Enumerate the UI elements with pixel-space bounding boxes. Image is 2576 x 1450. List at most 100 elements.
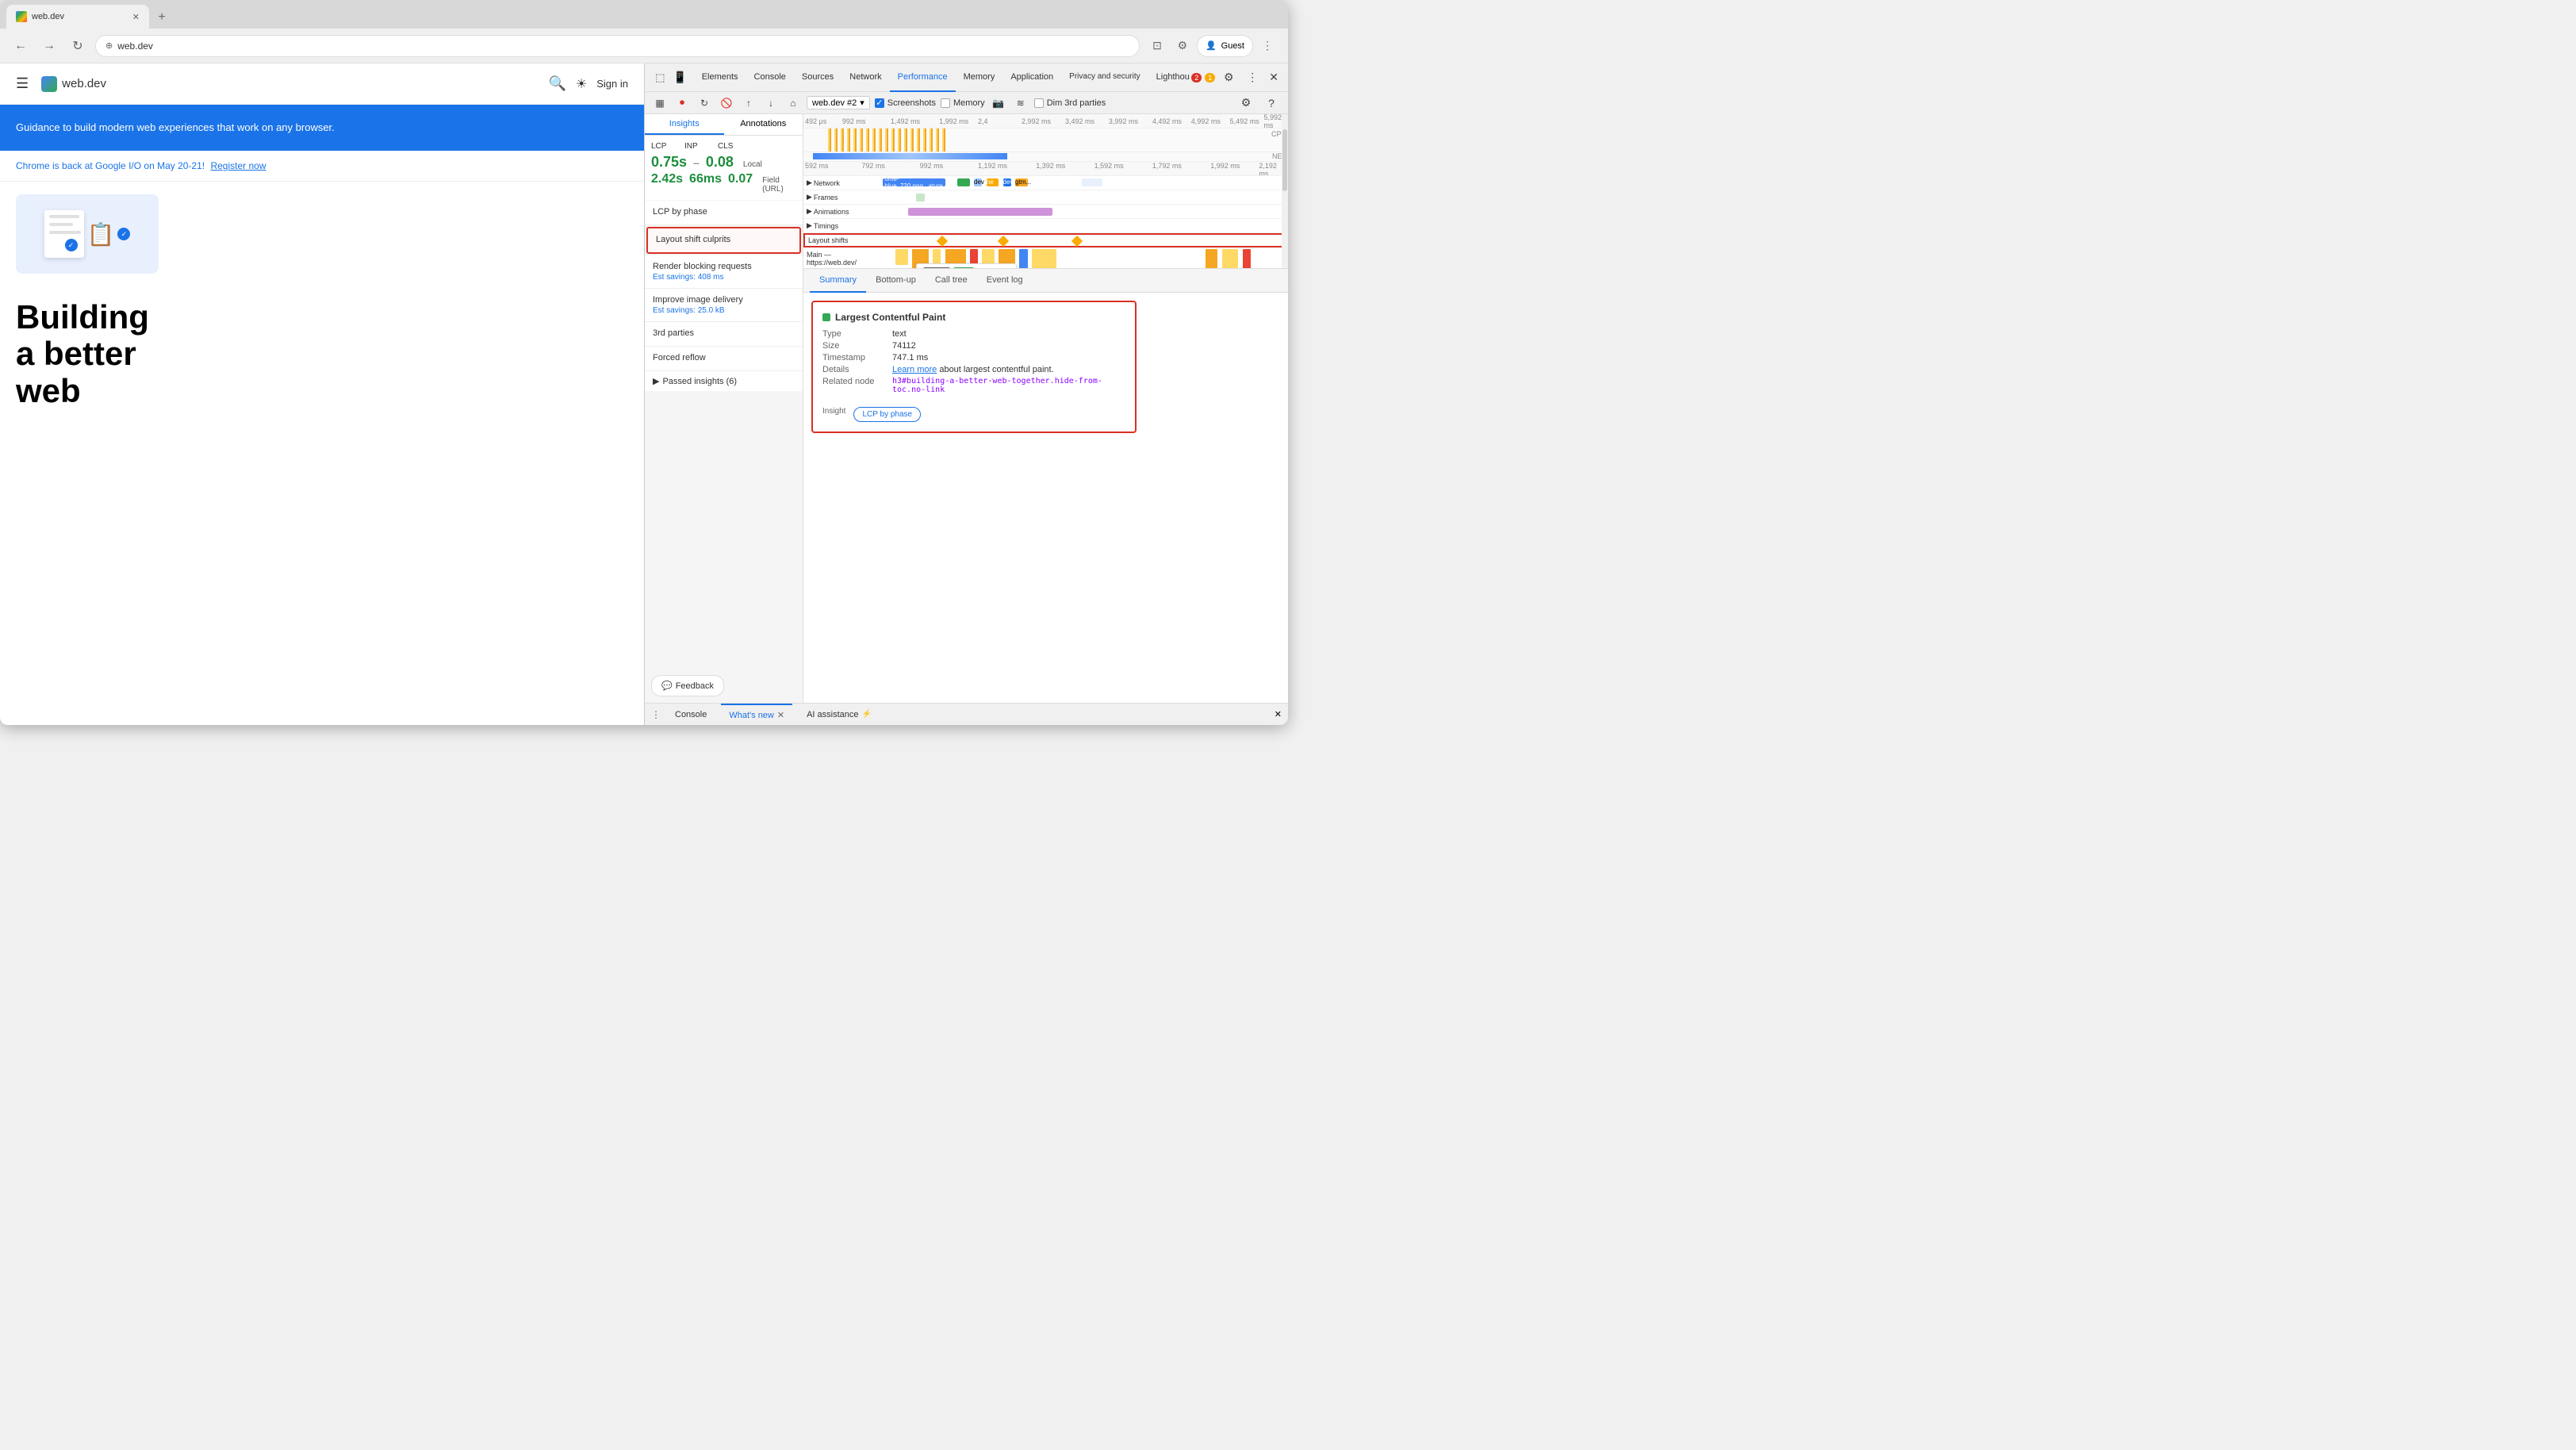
forward-button[interactable]: →	[38, 35, 60, 57]
lcp-marker: LCP	[953, 267, 974, 269]
animations-row-content	[875, 205, 1288, 218]
illus-icon: 📋	[87, 221, 115, 247]
tab-privacy[interactable]: Privacy and security	[1061, 63, 1148, 92]
insight-image-delivery[interactable]: Improve image delivery Est savings: 25.0…	[645, 289, 803, 322]
memory-checkbox[interactable]	[941, 98, 950, 108]
tab-network[interactable]: Network	[841, 63, 889, 92]
tab-application[interactable]: Application	[1002, 63, 1061, 92]
bottom-tab-eventlog[interactable]: Event log	[977, 269, 1033, 293]
browser-tab[interactable]: web.dev ✕	[6, 5, 149, 29]
field-url-label: Field (URL)	[762, 176, 796, 194]
insight-3rd-parties[interactable]: 3rd parties	[645, 322, 803, 347]
task-bar-12	[1243, 249, 1251, 269]
headline-line-3: web	[16, 373, 628, 409]
menu-button[interactable]: ⋮	[1256, 35, 1278, 57]
lcp-insight-label: Insight	[822, 407, 845, 416]
bottom-tab-whatsnew[interactable]: What's new ✕	[721, 704, 792, 726]
insight-image-delivery-title: Improve image delivery	[653, 295, 795, 305]
whatsnew-close[interactable]: ✕	[777, 710, 784, 720]
ruler2-mark-5: 1,592 ms	[1094, 162, 1124, 170]
announcement-link[interactable]: Register now	[210, 160, 266, 171]
animations-row-label: ▶ Animations	[803, 207, 875, 216]
network-bar-5: devs	[1003, 178, 1011, 186]
tab-performance[interactable]: Performance	[890, 63, 956, 92]
animations-row-arrow: ▶	[807, 207, 812, 216]
tab-sources[interactable]: Sources	[794, 63, 841, 92]
bottom-tab-ai[interactable]: AI assistance ⚡	[799, 704, 880, 726]
profile-select[interactable]: web.dev #2 ▾	[807, 96, 870, 109]
timeline-scroll-thumb[interactable]	[1282, 129, 1287, 191]
insight-render-blocking[interactable]: Render blocking requests Est savings: 40…	[645, 255, 803, 289]
perf-settings-btn[interactable]: ⚙	[1236, 93, 1256, 113]
bottom-tab-summary[interactable]: Summary	[810, 269, 866, 293]
insights-tab-annotations[interactable]: Annotations	[724, 114, 803, 135]
network-bar-7	[1082, 178, 1102, 186]
search-icon[interactable]: 🔍	[548, 75, 565, 92]
profile-button[interactable]: 👤 Guest	[1197, 35, 1253, 57]
dim3rd-checkbox[interactable]	[1034, 98, 1044, 108]
insight-layout-shift-culprits[interactable]: Layout shift culprits	[646, 227, 801, 254]
devtools-subtoolbar: ▦ ⏺ ↻ 🚫 ↑ ↓ ⌂ web.dev #2 ▾ ✓ Screenshots	[645, 92, 1288, 114]
layout-shift-marker-3	[1071, 236, 1083, 247]
device-toolbar-tool[interactable]: 📱	[671, 67, 689, 88]
upload-btn[interactable]: ↑	[740, 94, 757, 112]
tab-memory[interactable]: Memory	[956, 63, 1003, 92]
new-tab-button[interactable]: +	[151, 6, 173, 29]
home-btn[interactable]: ⌂	[784, 94, 802, 112]
bottom-bar-menu[interactable]: ⋮	[651, 709, 661, 720]
insight-lcp-by-phase[interactable]: LCP by phase	[645, 201, 803, 225]
perf-help-btn[interactable]: ?	[1261, 93, 1282, 113]
timings-row-arrow: ▶	[807, 221, 812, 230]
record-btn[interactable]: ⏺	[673, 94, 691, 112]
close-bottom-bar-btn[interactable]: ✕	[1275, 709, 1282, 719]
cast-icon[interactable]: ⊡	[1146, 35, 1168, 57]
profile-icon: 👤	[1206, 40, 1217, 51]
theme-toggle[interactable]: ☀	[576, 76, 587, 92]
tab-lighthouse[interactable]: Lighthouse	[1148, 63, 1190, 92]
settings-btn[interactable]: ⚙	[1218, 67, 1239, 88]
ai-label: AI assistance	[807, 710, 858, 719]
bottom-tab-bottomup[interactable]: Bottom-up	[866, 269, 926, 293]
task-bar-8	[1019, 249, 1027, 269]
screenshots-checkbox[interactable]: ✓	[875, 98, 884, 108]
bottom-status-bar: ⋮ Console What's new ✕ AI assistance ⚡ ✕	[645, 703, 1288, 725]
close-devtools-btn[interactable]: ✕	[1266, 67, 1282, 87]
lcp-by-phase-btn[interactable]: LCP by phase	[853, 407, 921, 422]
lcp-size-label: Size	[822, 341, 886, 351]
camera-icon[interactable]: 📷	[990, 94, 1007, 112]
clear-btn[interactable]: 🚫	[718, 94, 735, 112]
inp-field-value: 66ms	[689, 172, 722, 186]
tab-elements[interactable]: Elements	[694, 63, 746, 92]
site-hero-text: Guidance to build modern web experiences…	[16, 121, 628, 135]
download-btn[interactable]: ↓	[762, 94, 780, 112]
bottom-tab-calltree[interactable]: Call tree	[926, 269, 977, 293]
site-headline: Building a better web	[0, 286, 644, 422]
reload-record-btn[interactable]: ↻	[696, 94, 713, 112]
refresh-button[interactable]: ↻	[67, 35, 89, 57]
performance-main: 492 μs 992 ms 1,492 ms 1,992 ms 2,4 2,99…	[803, 114, 1288, 703]
lcp-learn-more-link[interactable]: Learn more	[892, 365, 937, 374]
tab-console[interactable]: Console	[746, 63, 794, 92]
ruler-mark-0: 492 μs	[805, 117, 826, 125]
sign-in-link[interactable]: Sign in	[596, 78, 628, 90]
illustration-shapes: ✓ 📋 ✓	[36, 202, 139, 266]
hamburger-menu[interactable]: ☰	[16, 75, 29, 92]
feedback-button[interactable]: 💬 Feedback	[651, 675, 724, 696]
back-button[interactable]: ←	[10, 35, 32, 57]
url-bar[interactable]: ⊕ web.dev	[95, 35, 1140, 57]
illustration-image: ✓ 📋 ✓	[16, 194, 159, 274]
layout-shifts-label: Layout shifts	[805, 236, 876, 244]
timeline-scrollbar[interactable]	[1282, 114, 1288, 268]
bottom-tab-console-bar[interactable]: Console	[667, 704, 715, 726]
sidebar-toggle-btn[interactable]: ▦	[651, 94, 669, 112]
insight-forced-reflow[interactable]: Forced reflow	[645, 347, 803, 371]
extensions-icon[interactable]: ⚙	[1171, 35, 1194, 57]
inspect-element-tool[interactable]: ⬚	[651, 67, 669, 88]
insights-tab-insights[interactable]: Insights	[645, 114, 724, 135]
site-logo[interactable]: web.dev	[41, 76, 106, 92]
more-tools-btn[interactable]: ⋮	[1242, 67, 1263, 88]
tab-close-btn[interactable]: ✕	[132, 12, 140, 22]
network-throttle-icon[interactable]: ≋	[1012, 94, 1029, 112]
memory-checkbox-group: Memory	[941, 98, 985, 108]
passed-insights-toggle[interactable]: ▶ Passed insights (6)	[645, 371, 803, 391]
